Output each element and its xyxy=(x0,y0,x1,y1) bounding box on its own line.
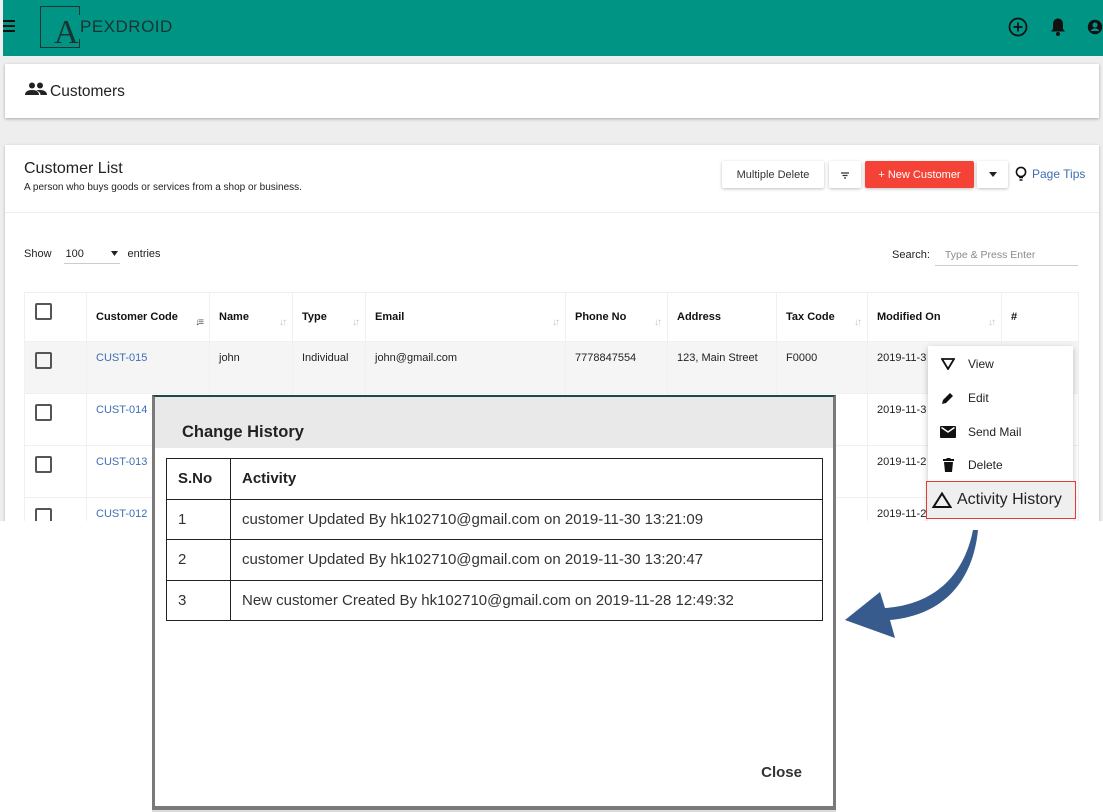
more-options-dropdown[interactable] xyxy=(977,161,1008,188)
sort-icon: ↓↑ xyxy=(654,317,662,328)
row-checkbox[interactable] xyxy=(35,352,52,369)
column-header-actions: # xyxy=(1001,292,1079,342)
account-icon[interactable] xyxy=(1087,16,1103,38)
history-activity: customer Updated By hk102710@gmail.com o… xyxy=(230,498,823,540)
modal-header: Change History xyxy=(155,397,833,448)
row-checkbox[interactable] xyxy=(35,508,52,521)
lightbulb-icon xyxy=(1015,166,1027,181)
modal-title: Change History xyxy=(182,423,304,441)
caret-down-icon xyxy=(110,251,118,256)
filter-triangle-icon xyxy=(941,358,955,370)
change-history-modal: Change History S.No Activity 1 customer … xyxy=(152,395,836,810)
column-header-type[interactable]: Type ↓↑ xyxy=(292,292,366,342)
close-button[interactable]: Close xyxy=(761,764,802,781)
row-checkbox[interactable] xyxy=(35,404,52,421)
card-subtitle: A person who buys goods or services from… xyxy=(24,182,302,193)
sort-icon: ↓↑ xyxy=(854,317,862,328)
customer-code-link[interactable]: CUST-012 xyxy=(96,508,147,520)
history-row: 1 customer Updated By hk102710@gmail.com… xyxy=(166,498,823,540)
page-tips-link[interactable]: Page Tips xyxy=(1015,166,1085,182)
cell-phone: 7778847554 xyxy=(565,341,668,394)
entries-select[interactable]: 100 xyxy=(63,244,120,264)
menu-item-delete[interactable]: Delete xyxy=(928,458,1073,472)
card-title: Customer List xyxy=(24,160,123,177)
logo-text: PEXDROID xyxy=(80,17,173,36)
history-sno: 3 xyxy=(166,579,231,621)
logo-letter: A xyxy=(54,14,79,51)
multiple-delete-button[interactable]: Multiple Delete xyxy=(722,161,824,188)
table-header-row: Customer Code ↓≡ Name ↓↑ Type ↓↑ Email ↓↑ Ph… xyxy=(24,292,1079,342)
history-row: 3 New customer Created By hk102710@gmail… xyxy=(166,579,823,621)
show-label: Show xyxy=(24,248,52,260)
sort-icon: ↓↑ xyxy=(552,317,560,328)
select-all-checkbox[interactable] xyxy=(35,302,52,320)
filter-icon xyxy=(841,171,849,179)
column-header-phone[interactable]: Phone No ↓↑ xyxy=(565,292,668,342)
column-header-modified-on[interactable]: Modified On ↓↑ xyxy=(867,292,1002,342)
cell-type: Individual xyxy=(292,341,366,394)
history-column-sno: S.No xyxy=(166,458,231,500)
bell-icon[interactable] xyxy=(1047,16,1069,38)
history-activity: New customer Created By hk102710@gmail.c… xyxy=(230,579,823,621)
cell-tax-code: F0000 xyxy=(776,341,868,394)
menu-item-send-mail[interactable]: Send Mail xyxy=(928,425,1073,439)
search-control: Search: xyxy=(892,244,1078,266)
history-activity: customer Updated By hk102710@gmail.com o… xyxy=(230,539,823,581)
menu-item-edit[interactable]: Edit xyxy=(928,391,1073,405)
column-header-customer-code[interactable]: Customer Code ↓≡ xyxy=(86,292,210,342)
topbar-actions xyxy=(1007,16,1103,38)
header-divider xyxy=(5,212,1099,213)
app-logo[interactable]: A PEXDROID xyxy=(40,6,172,51)
history-row: 2 customer Updated By hk102710@gmail.com… xyxy=(166,539,823,581)
column-header-tax-code[interactable]: Tax Code ↓↑ xyxy=(776,292,868,342)
customer-code-link[interactable]: CUST-014 xyxy=(96,404,147,416)
new-customer-button[interactable]: + New Customer xyxy=(865,161,974,188)
top-app-bar: A PEXDROID xyxy=(3,0,1103,56)
filter-button[interactable] xyxy=(829,161,861,188)
customer-code-link[interactable]: CUST-015 xyxy=(96,352,147,364)
search-label: Search: xyxy=(892,249,930,261)
history-sno: 2 xyxy=(166,539,231,581)
cell-address: 123, Main Street xyxy=(667,341,777,394)
row-checkbox[interactable] xyxy=(35,456,52,473)
entries-label: entries xyxy=(127,248,161,260)
pencil-icon xyxy=(942,393,953,404)
row-action-menu: View Edit Send Mail Delete Activity Hist… xyxy=(926,346,1076,521)
column-header-address[interactable]: Address xyxy=(667,292,777,342)
cell-email: john@gmail.com xyxy=(365,341,566,394)
mail-icon xyxy=(940,426,956,438)
column-header-name[interactable]: Name ↓↑ xyxy=(209,292,293,342)
caret-down-icon xyxy=(988,172,997,177)
cell-name: john xyxy=(209,341,293,394)
history-sno: 1 xyxy=(166,498,231,540)
menu-item-activity-history[interactable]: Activity History xyxy=(926,481,1076,519)
table-row[interactable]: CUST-015 john Individual john@gmail.com … xyxy=(24,341,1079,394)
history-column-activity: Activity xyxy=(230,458,823,500)
page-tips-label: Page Tips xyxy=(1032,167,1086,181)
trash-icon xyxy=(942,458,954,472)
page-header: Customers xyxy=(5,64,1099,118)
entries-value: 100 xyxy=(65,247,84,260)
menu-item-view[interactable]: View xyxy=(928,357,1073,371)
triangle-icon xyxy=(932,492,952,508)
customer-code-link[interactable]: CUST-013 xyxy=(96,456,147,468)
sort-icon: ↓↑ xyxy=(279,317,287,328)
page-title: Customers xyxy=(50,83,125,100)
column-header-email[interactable]: Email ↓↑ xyxy=(365,292,566,342)
sort-icon: ↓↑ xyxy=(988,317,996,328)
history-header-row: S.No Activity xyxy=(166,458,823,500)
entries-control: Show 100 entries xyxy=(24,244,161,264)
menu-icon[interactable] xyxy=(3,18,17,34)
add-circle-icon[interactable] xyxy=(1007,16,1029,38)
history-table: S.No Activity 1 customer Updated By hk10… xyxy=(166,458,823,621)
sort-desc-icon: ↓≡ xyxy=(195,317,204,328)
sort-icon: ↓↑ xyxy=(352,317,360,328)
search-input[interactable] xyxy=(934,244,1078,266)
people-icon xyxy=(25,82,47,101)
select-all-header xyxy=(24,292,87,342)
curved-arrow-annotation xyxy=(845,530,978,638)
